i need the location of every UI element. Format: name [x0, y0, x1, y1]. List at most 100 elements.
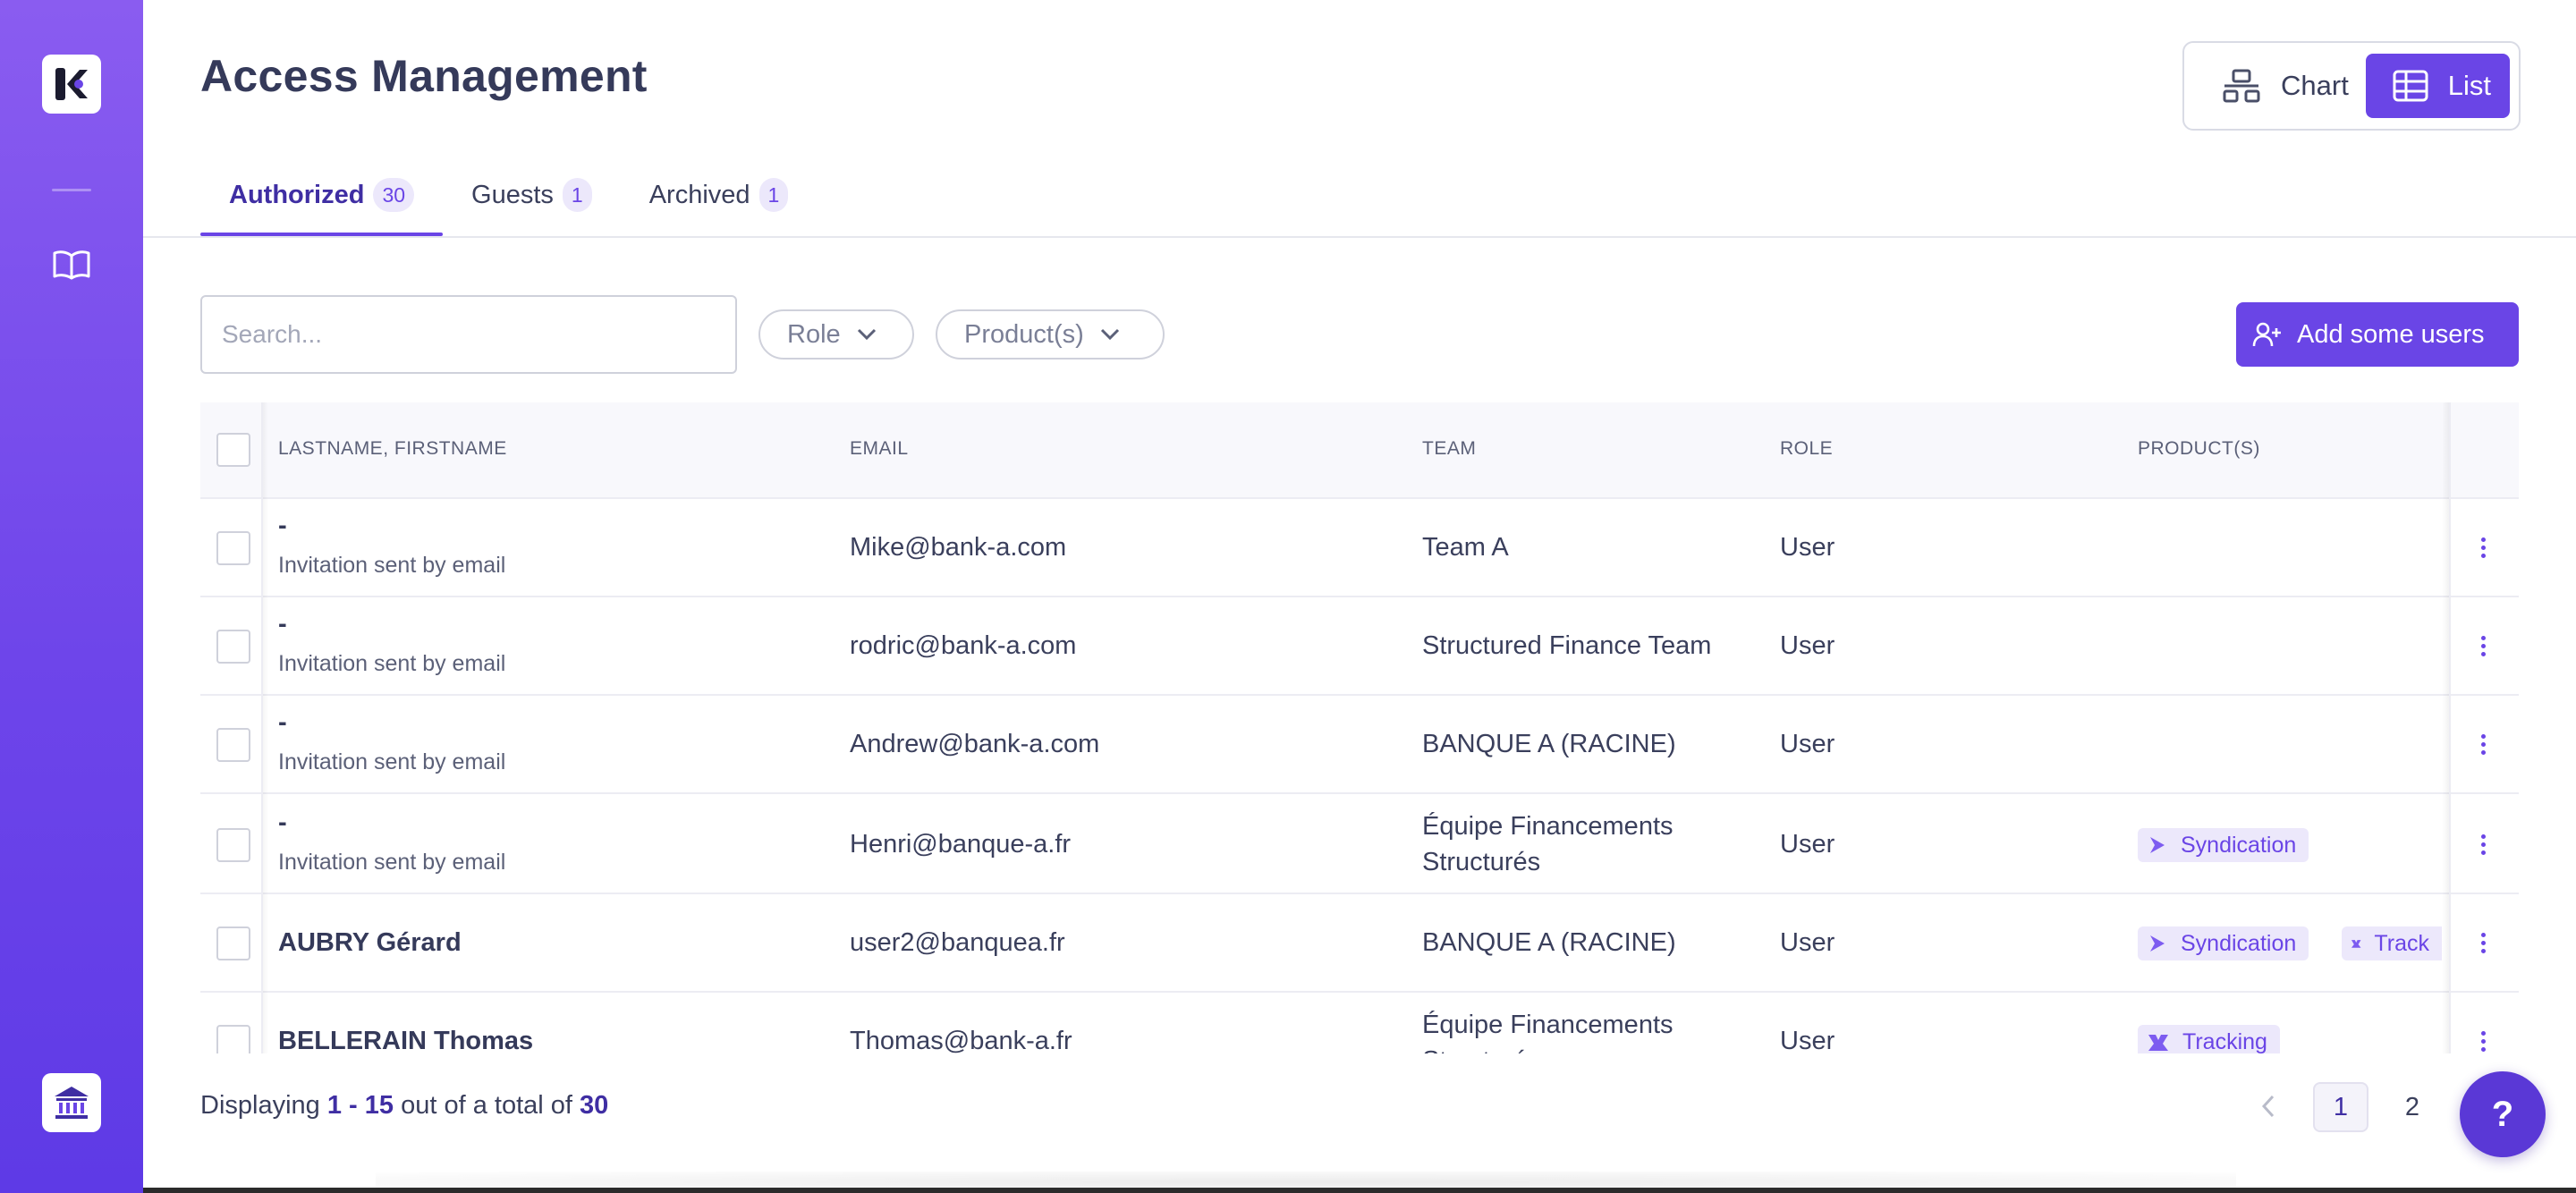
page-button-2[interactable]: 2: [2385, 1082, 2440, 1132]
tab-count-badge: 1: [562, 178, 592, 212]
sidebar-item-documentation[interactable]: [50, 247, 93, 283]
user-team: Équipe Financements Structurés: [1422, 1007, 1674, 1053]
tab-bar: Authorized 30 Guests 1 Archived 1: [200, 170, 817, 236]
user-name: -: [278, 512, 287, 540]
row-checkbox[interactable]: [216, 926, 250, 960]
bank-icon: [55, 1087, 89, 1119]
list-view-label: List: [2447, 70, 2491, 101]
table-row[interactable]: - Invitation sent by email rodric@bank-a…: [200, 597, 2519, 696]
invitation-status: Invitation sent by email: [278, 749, 506, 774]
user-name: -: [278, 610, 287, 639]
team-line-2: Structurés: [1422, 1043, 1674, 1053]
organization-switcher[interactable]: [42, 1073, 101, 1132]
team-line-2: Structurés: [1422, 848, 1541, 876]
window-bottom-edge: [143, 1188, 2576, 1193]
chevron-left-icon: [2261, 1095, 2275, 1118]
row-actions-button[interactable]: [2470, 826, 2496, 862]
row-actions-button[interactable]: [2470, 628, 2496, 664]
column-header-team[interactable]: TEAM: [1422, 438, 1476, 460]
select-all-checkbox[interactable]: [216, 433, 250, 467]
page-title: Access Management: [200, 51, 648, 101]
column-header-name[interactable]: LASTNAME, FIRSTNAME: [278, 438, 507, 460]
user-name: -: [278, 808, 287, 837]
page-button-1[interactable]: 1: [2313, 1082, 2368, 1132]
user-email: Thomas@bank-a.fr: [850, 1027, 1072, 1053]
user-plus-icon: [2252, 322, 2281, 347]
row-actions-button[interactable]: [2470, 925, 2496, 960]
summary-range: 1 - 15: [326, 1091, 394, 1120]
tab-divider: [143, 236, 2576, 238]
syndication-icon: [2150, 935, 2165, 952]
summary-total: 30: [580, 1091, 609, 1120]
user-email: Andrew@bank-a.com: [850, 730, 1100, 758]
tab-count-badge: 1: [758, 178, 789, 212]
search-input[interactable]: [200, 295, 737, 374]
sticky-column-divider: [2442, 402, 2451, 1053]
user-name: AUBRY Gérard: [278, 928, 462, 957]
row-actions-button[interactable]: [2470, 1023, 2496, 1053]
user-team: BANQUE A (RACINE): [1422, 928, 1676, 957]
column-header-email[interactable]: EMAIL: [850, 438, 909, 460]
chart-view-label: Chart: [2281, 70, 2349, 101]
product-filter-label: Product(s): [964, 319, 1084, 349]
row-actions-button[interactable]: [2470, 726, 2496, 762]
tab-archived[interactable]: Archived 1: [621, 170, 818, 220]
table-header: LASTNAME, FIRSTNAME EMAIL TEAM ROLE PROD…: [200, 402, 2519, 499]
user-role: User: [1780, 730, 1835, 758]
chevron-down-icon: [857, 328, 876, 341]
table-row[interactable]: - Invitation sent by email Mike@bank-a.c…: [200, 499, 2519, 597]
chevron-down-icon: [1100, 328, 1119, 341]
row-actions-button[interactable]: [2470, 529, 2496, 565]
previous-page-button[interactable]: [2250, 1084, 2286, 1129]
invitation-status: Invitation sent by email: [278, 850, 506, 875]
column-header-products[interactable]: PRODUCT(S): [2138, 438, 2260, 460]
product-tag-syndication: Syndication: [2138, 926, 2309, 960]
summary-mid: out of a total of: [401, 1091, 572, 1120]
role-filter-label: Role: [787, 319, 841, 349]
row-checkbox[interactable]: [216, 531, 250, 565]
tab-guests[interactable]: Guests 1: [443, 170, 621, 220]
user-email: Mike@bank-a.com: [850, 533, 1067, 562]
user-role: User: [1780, 830, 1835, 859]
add-users-button[interactable]: Add some users: [2236, 302, 2519, 367]
tracking-icon: [2351, 940, 2361, 948]
list-view-button[interactable]: List: [2365, 54, 2510, 118]
pagination-summary: Displaying 1 - 15 out of a total of 30: [200, 1091, 608, 1121]
product-filter-dropdown[interactable]: Product(s): [936, 309, 1165, 360]
product-tag-syndication: Syndication: [2138, 828, 2309, 862]
tab-label: Archived: [648, 180, 750, 209]
invitation-status: Invitation sent by email: [278, 651, 506, 676]
user-role: User: [1780, 533, 1835, 562]
sidebar-separator: [52, 189, 91, 191]
product-tag-label: Syndication: [2181, 832, 2297, 858]
tab-label: Guests: [471, 180, 554, 209]
view-toggle: Chart List: [2182, 41, 2521, 131]
role-filter-dropdown[interactable]: Role: [758, 309, 914, 360]
row-checkbox[interactable]: [216, 828, 250, 862]
sidebar: [0, 0, 143, 1193]
user-email: Henri@banque-a.fr: [850, 830, 1072, 859]
help-button[interactable]: ?: [2460, 1071, 2546, 1157]
user-team: BANQUE A (RACINE): [1422, 730, 1676, 758]
table-row[interactable]: BELLERAIN Thomas Thomas@bank-a.fr Équipe…: [200, 993, 2519, 1053]
row-checkbox[interactable]: [216, 728, 250, 762]
table-row[interactable]: - Invitation sent by email Henri@banque-…: [200, 794, 2519, 894]
org-chart-icon: [2223, 69, 2260, 103]
table-row[interactable]: AUBRY Gérard user2@banquea.fr BANQUE A (…: [200, 894, 2519, 993]
row-checkbox[interactable]: [216, 630, 250, 664]
tracking-icon: [2148, 1035, 2168, 1051]
invitation-status: Invitation sent by email: [278, 553, 506, 578]
team-line-1: Équipe Financements: [1422, 812, 1674, 841]
column-header-role[interactable]: ROLE: [1780, 438, 1833, 460]
row-checkbox[interactable]: [216, 1025, 250, 1053]
table-row[interactable]: - Invitation sent by email Andrew@bank-a…: [200, 696, 2519, 794]
team-line-1: Équipe Financements: [1422, 1011, 1674, 1039]
tab-authorized[interactable]: Authorized 30: [200, 170, 444, 236]
user-role: User: [1780, 1027, 1835, 1053]
add-users-label: Add some users: [2297, 319, 2485, 349]
app-logo[interactable]: [42, 55, 101, 114]
product-tag-tracking: Tracking: [2138, 1025, 2280, 1053]
user-name: BELLERAIN Thomas: [278, 1027, 534, 1053]
logo-icon: [55, 68, 88, 100]
chart-view-button[interactable]: Chart: [2193, 54, 2366, 118]
